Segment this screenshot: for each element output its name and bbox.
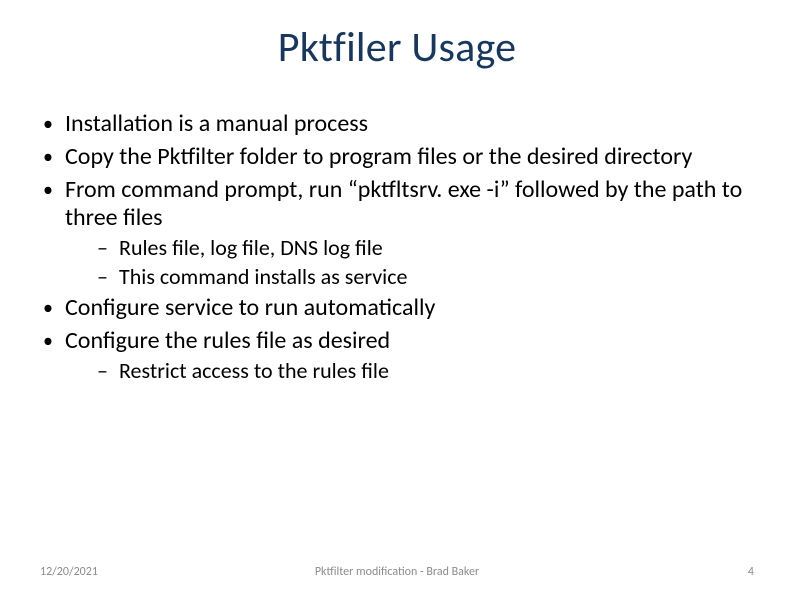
list-item: Copy the Pktfilter folder to program fil… — [35, 143, 759, 172]
bullet-list: Installation is a manual process Copy th… — [35, 110, 759, 384]
bullet-text: Installation is a manual process — [65, 109, 368, 138]
slide-footer: 12/20/2021 Pktfilter modification - Brad… — [0, 559, 794, 579]
bullet-text: Rules file, log file, DNS log file — [119, 234, 383, 261]
slide-title: Pktfiler Usage — [0, 22, 794, 73]
list-item: Configure the rules file as desired Rest… — [35, 327, 759, 384]
bullet-text: From command prompt, run “pktfltsrv. exe… — [65, 175, 742, 233]
list-item: Rules file, log file, DNS log file — [65, 235, 759, 261]
slide-body: Installation is a manual process Copy th… — [35, 110, 759, 388]
footer-page: 4 — [748, 565, 754, 579]
bullet-text: Restrict access to the rules file — [119, 357, 389, 384]
sub-list: Restrict access to the rules file — [65, 358, 759, 384]
bullet-text: Configure service to run automatically — [65, 293, 435, 322]
slide: Pktfiler Usage Installation is a manual … — [0, 0, 794, 595]
list-item: Restrict access to the rules file — [65, 358, 759, 384]
list-item: This command installs as service — [65, 264, 759, 290]
list-item: From command prompt, run “pktfltsrv. exe… — [35, 176, 759, 290]
list-item: Configure service to run automatically — [35, 294, 759, 323]
footer-center: Pktfilter modification - Brad Baker — [0, 565, 794, 579]
bullet-text: Configure the rules file as desired — [65, 326, 390, 355]
bullet-text: This command installs as service — [119, 263, 407, 290]
list-item: Installation is a manual process — [35, 110, 759, 139]
sub-list: Rules file, log file, DNS log file This … — [65, 235, 759, 290]
bullet-text: Copy the Pktfilter folder to program fil… — [65, 142, 692, 171]
